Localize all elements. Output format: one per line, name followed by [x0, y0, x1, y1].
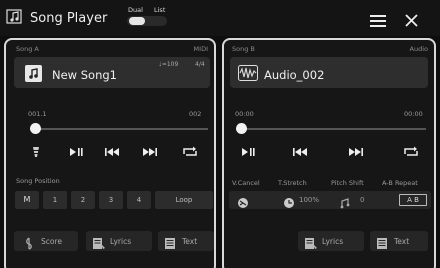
vcancel-label: V.Cancel [232, 179, 260, 187]
song-a-length: 002 [189, 110, 202, 118]
song-a-progress-track[interactable] [30, 128, 208, 130]
song-b-label: Song B [232, 45, 255, 53]
fast-forward-icon[interactable] [346, 145, 366, 159]
rewind-icon[interactable] [290, 145, 310, 159]
text-label: Text [394, 237, 410, 246]
play-pause-icon[interactable] [238, 145, 258, 159]
repeat-icon[interactable] [401, 145, 421, 159]
position-button-m[interactable]: M [15, 191, 39, 209]
pitch-value[interactable]: 0 [360, 196, 364, 204]
fast-forward-icon[interactable] [140, 145, 160, 159]
time-stretch-icon[interactable] [283, 194, 295, 208]
lyrics-icon [92, 235, 106, 249]
close-icon[interactable] [405, 12, 418, 27]
score-button[interactable]: Score [14, 231, 78, 251]
song-a-name: New Song1 [52, 68, 117, 82]
loop-button[interactable]: Loop [155, 191, 213, 209]
mode-dual-label: Dual [128, 6, 143, 14]
tstretch-label: T.Stretch [278, 179, 307, 187]
text-button[interactable]: Text [158, 231, 214, 251]
song-b-selector[interactable]: Audio_002 [230, 57, 428, 88]
text-icon [163, 235, 177, 249]
song-b-panel: Song B Audio Audio_002 00:00 00:00 V.Can… [222, 38, 436, 268]
lyrics-button[interactable]: Lyrics [298, 231, 364, 251]
song-a-time-signature: 4/4 [195, 61, 205, 68]
music-note-icon [6, 8, 24, 26]
toggle-knob [129, 17, 145, 25]
text-label: Text [182, 237, 198, 246]
ab-repeat-button[interactable]: A B [399, 194, 427, 206]
pitch-shift-icon[interactable] [339, 194, 351, 209]
metronome-icon[interactable] [26, 145, 46, 159]
audio-tools-row: 100% 0 A B [229, 191, 431, 209]
song-a-label: Song A [16, 45, 39, 53]
mode-list-label: List [154, 6, 166, 14]
tstretch-value[interactable]: 100% [299, 196, 319, 204]
position-button-4[interactable]: 4 [127, 191, 151, 209]
song-b-progress-knob[interactable] [236, 123, 247, 134]
lyrics-button[interactable]: Lyrics [86, 231, 152, 251]
song-a-panel: Song A MIDI New Song1 ♩=109 4/4 001.1 00… [4, 38, 216, 268]
pitchshift-label: Pitch Shift [331, 179, 364, 187]
song-b-name: Audio_002 [264, 68, 325, 82]
position-button-3[interactable]: 3 [99, 191, 123, 209]
position-button-1[interactable]: 1 [43, 191, 67, 209]
song-a-progress-knob[interactable] [30, 123, 41, 134]
song-b-position: 00:00 [235, 110, 254, 118]
text-icon [375, 235, 389, 249]
song-a-selector[interactable]: New Song1 ♩=109 4/4 [14, 57, 210, 88]
text-button[interactable]: Text [370, 231, 428, 251]
lyrics-label: Lyrics [110, 237, 132, 246]
vocal-cancel-icon[interactable] [237, 194, 249, 208]
score-label: Score [41, 237, 63, 246]
song-a-type: MIDI [193, 45, 208, 53]
rewind-icon[interactable] [102, 145, 122, 159]
position-button-2[interactable]: 2 [71, 191, 95, 209]
header-bar: Song Player Dual List [0, 0, 440, 36]
song-b-progress-track[interactable] [236, 128, 426, 130]
repeat-icon[interactable] [180, 145, 200, 159]
lyrics-label: Lyrics [322, 237, 344, 246]
play-pause-icon[interactable] [66, 145, 86, 159]
song-position-label: Song Position [16, 177, 60, 185]
abrepeat-label: A-B Repeat [382, 179, 418, 187]
app-title: Song Player [30, 11, 108, 26]
treble-clef-icon [22, 235, 36, 250]
lyrics-icon [304, 235, 318, 249]
song-a-tempo: ♩=109 [159, 61, 179, 68]
midi-song-icon [25, 65, 42, 82]
song-b-type: Audio [409, 45, 428, 53]
song-a-position: 001.1 [28, 110, 47, 118]
audio-waveform-icon [238, 65, 258, 81]
song-b-length: 00:00 [404, 110, 423, 118]
menu-icon[interactable] [370, 12, 386, 27]
